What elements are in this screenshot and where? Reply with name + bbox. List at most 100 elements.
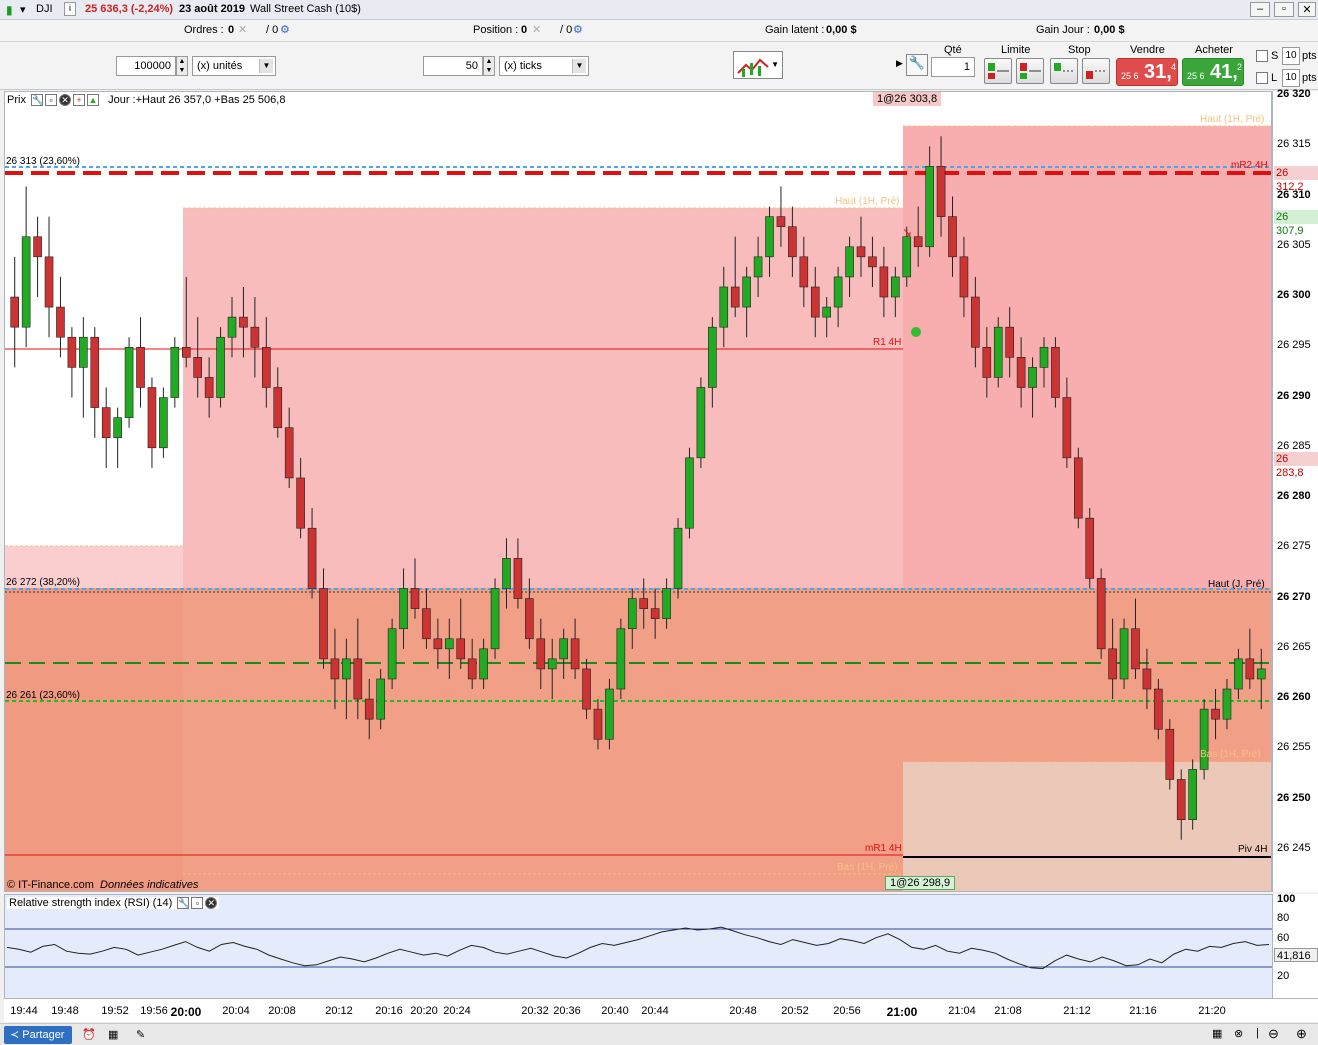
candle-up[interactable] (502, 558, 511, 589)
candle-down[interactable] (1142, 668, 1152, 690)
candle-down[interactable] (67, 336, 77, 368)
candle-down[interactable] (1154, 688, 1163, 730)
candle-up[interactable] (845, 246, 854, 278)
candle-up[interactable] (21, 236, 31, 328)
minimize-icon[interactable]: – (1250, 2, 1270, 17)
close-panel-icon[interactable]: ✕ (205, 897, 218, 910)
orders-settings-icon[interactable]: ⚙ (280, 23, 290, 36)
candle-down[interactable] (353, 658, 363, 700)
candle-down[interactable] (456, 638, 466, 660)
candle-up[interactable] (719, 286, 729, 328)
ticks-unit-select[interactable]: (x) ticks ▼ (499, 56, 589, 76)
alarm-icon[interactable]: ⏰ (82, 1028, 96, 1041)
s-checkbox[interactable] (1256, 50, 1268, 62)
order-tag-bottom[interactable]: 1@26 298,9 (885, 876, 956, 890)
candle-up[interactable] (559, 638, 568, 660)
candle-down[interactable] (1005, 326, 1014, 358)
candle-down[interactable] (307, 527, 317, 589)
candle-down[interactable] (1085, 517, 1095, 579)
candle-up[interactable] (113, 417, 122, 439)
candle-down[interactable] (948, 216, 957, 258)
candle-down[interactable] (525, 598, 534, 640)
candle-down[interactable] (239, 316, 248, 328)
candle-up[interactable] (376, 678, 385, 720)
ticks-input[interactable]: 50 (423, 56, 483, 76)
maximize-panel-icon[interactable]: ▫ (45, 94, 58, 107)
candle-down[interactable] (1176, 779, 1186, 820)
candle-down[interactable] (410, 588, 420, 609)
candle-down[interactable] (1211, 708, 1220, 720)
candle-down[interactable] (296, 477, 305, 529)
candle-down[interactable] (959, 256, 969, 298)
candle-down[interactable] (33, 236, 42, 258)
candle-up[interactable] (1188, 769, 1197, 820)
candle-down[interactable] (250, 326, 260, 348)
candle-down[interactable] (982, 346, 992, 378)
scale-icon[interactable]: ⊗ (1234, 1027, 1243, 1040)
chevron-down-icon[interactable]: ▼ (771, 60, 779, 69)
candle-down[interactable] (582, 668, 591, 710)
maximize-icon[interactable]: ▫ (1274, 2, 1294, 17)
wrench-icon[interactable]: 🔧 (177, 897, 190, 910)
candle-up[interactable] (822, 306, 832, 318)
add-indicator-icon[interactable]: + (73, 94, 86, 107)
candle-down[interactable] (799, 256, 809, 288)
candle-down[interactable] (536, 638, 546, 670)
l-checkbox[interactable] (1256, 72, 1268, 84)
candle-up[interactable] (696, 387, 706, 459)
candle-up[interactable] (605, 688, 614, 740)
qty-input[interactable]: 1 (931, 57, 975, 77)
candle-up[interactable] (1222, 688, 1232, 720)
candle-down[interactable] (90, 336, 100, 408)
candle-down[interactable] (570, 638, 580, 670)
sell-limit-button[interactable] (1016, 58, 1044, 84)
candle-up[interactable] (227, 316, 237, 338)
candle-down[interactable] (147, 387, 157, 449)
calculator-icon[interactable]: ▦ (108, 1028, 118, 1041)
candle-up[interactable] (79, 336, 88, 368)
candle-down[interactable] (593, 708, 603, 740)
candle-up[interactable] (216, 336, 225, 398)
zoom-in-icon[interactable]: ⊕ (1296, 1026, 1307, 1042)
candle-up[interactable] (993, 326, 1003, 378)
candle-up[interactable] (342, 658, 351, 680)
candle-down[interactable] (1131, 628, 1140, 670)
candle-up[interactable] (444, 638, 454, 650)
candle-up[interactable] (399, 588, 408, 630)
chart-type-icon[interactable]: ▮ (6, 3, 13, 17)
grid-icon[interactable]: ▦ (1212, 1027, 1222, 1040)
close-icon[interactable]: ✕ (1298, 2, 1316, 17)
order-tag-top[interactable]: 1@26 303,8 (873, 92, 942, 106)
candle-down[interactable] (422, 608, 431, 640)
quantity-input[interactable]: 100000 (116, 56, 176, 76)
collapse-arrow-icon[interactable]: ▶ (896, 58, 903, 69)
candle-down[interactable] (788, 226, 797, 258)
candle-up[interactable] (753, 256, 763, 278)
candle-up[interactable] (673, 527, 683, 589)
candle-up[interactable] (1199, 708, 1209, 770)
candle-up[interactable] (925, 166, 934, 248)
share-button[interactable]: ≺ Partager (4, 1026, 72, 1044)
close-position-icon[interactable]: ✕ (532, 23, 541, 36)
candle-up[interactable] (479, 648, 488, 680)
candle-down[interactable] (810, 286, 820, 318)
chevron-down-icon[interactable]: ▼ (572, 59, 586, 73)
price-axis[interactable]: 26 320 26 315 26 310 26 305 26 300 26 295 26 2… (1272, 88, 1318, 892)
chart-tools-button[interactable]: ▼ (733, 51, 783, 79)
candle-down[interactable] (1096, 578, 1106, 650)
candle-down[interactable] (330, 658, 340, 680)
rsi-panel[interactable]: Relative strength index (RSI) (14) 🔧 ▫ ✕ (4, 894, 1273, 999)
candle-down[interactable] (193, 357, 203, 378)
candle-down[interactable] (971, 296, 980, 348)
note-icon[interactable]: ✎ (136, 1028, 145, 1041)
buy-stop-button[interactable] (1050, 58, 1078, 84)
sell-stop-button[interactable] (1082, 58, 1110, 84)
candle-down[interactable] (1062, 397, 1072, 459)
candle-up[interactable] (547, 658, 557, 670)
candle-down[interactable] (1073, 457, 1083, 519)
candle-up[interactable] (387, 628, 397, 680)
chevron-down-icon[interactable]: ▼ (259, 59, 273, 73)
candle-down[interactable] (1016, 357, 1026, 388)
ticks-stepper[interactable]: ▲ ▼ (483, 56, 495, 76)
s-pts-input[interactable]: 10 (1282, 47, 1300, 65)
